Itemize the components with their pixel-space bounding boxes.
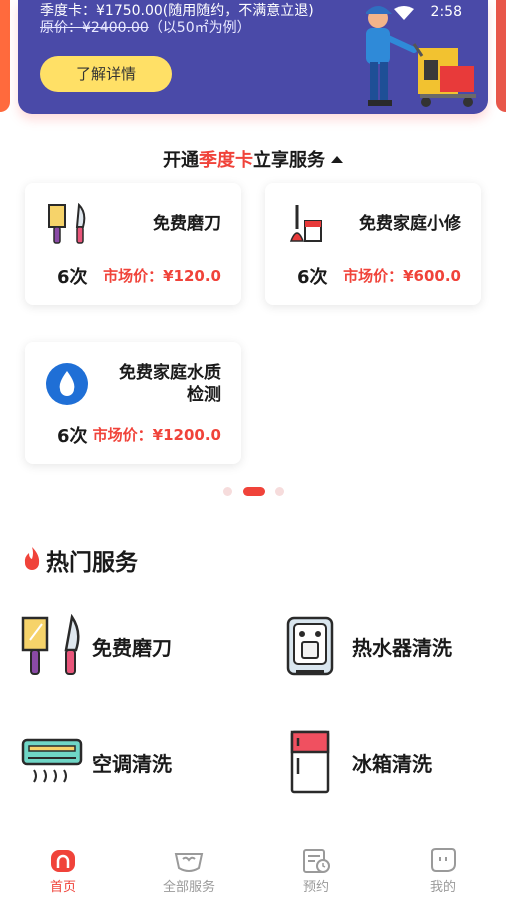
pager-dot[interactable] [275, 487, 284, 496]
banner-area-note: （以50㎡为例） [148, 20, 251, 36]
hot-item-label: 空调清洗 [92, 752, 172, 776]
tab-profile[interactable]: 我的 [380, 846, 506, 895]
calendar-clock-icon [303, 849, 330, 873]
benefit-market-price: 市场价：¥1200.0 [92, 426, 221, 444]
hot-item-label: 热水器清洗 [352, 636, 452, 660]
learn-more-button[interactable]: 了解详情 [40, 56, 172, 92]
benefit-card-repair[interactable]: 免费家庭小修 6次 市场价：¥600.0 [265, 183, 481, 305]
tab-label: 首页 [49, 880, 76, 895]
flame-icon [24, 547, 40, 570]
caret-up-icon[interactable] [331, 156, 343, 163]
title-suffix: 立享服务 [253, 150, 325, 171]
knives-icon [21, 614, 80, 675]
benefit-count: 6次 [57, 426, 88, 447]
benefit-market-price: 市场价：¥120.0 [103, 267, 221, 285]
banner-original-price: 原价：¥2400.00（以50㎡为例） [40, 17, 251, 37]
hot-services-title: 热门服务 [46, 550, 138, 576]
water-drop-icon [46, 363, 88, 405]
home-icon [51, 850, 75, 872]
quarter-card-banner[interactable]: 季度卡：¥1750.00(随用随约，不满意立退) 原价：¥2400.00（以50… [18, 0, 488, 114]
carousel-pager [0, 487, 506, 497]
tab-appointments[interactable]: 预约 [253, 846, 379, 895]
profile-icon [431, 848, 456, 872]
hot-item-fridge[interactable]: 冰箱清洗 [280, 730, 480, 794]
title-highlight: 季度卡 [199, 150, 253, 171]
benefit-count: 6次 [57, 267, 88, 288]
benefit-title-line1: 免费家庭水质 [119, 363, 221, 383]
knives-icon [48, 203, 86, 244]
water-heater-icon [286, 616, 334, 676]
hot-item-water-heater[interactable]: 热水器清洗 [280, 614, 480, 678]
title-prefix: 开通 [163, 150, 199, 171]
pager-dot[interactable] [223, 487, 232, 496]
pager-dot-active[interactable] [243, 487, 265, 496]
tab-label: 我的 [429, 880, 456, 895]
hot-item-label: 免费磨刀 [92, 636, 172, 660]
carousel-next-card[interactable] [496, 0, 506, 112]
status-time: 2:58 [430, 4, 462, 20]
tab-home[interactable]: 首页 [0, 846, 126, 895]
benefits-title[interactable]: 开通季度卡立享服务 [0, 146, 506, 172]
hot-item-label: 冰箱清洗 [352, 752, 432, 776]
fridge-icon [290, 730, 330, 794]
benefit-count: 6次 [297, 267, 328, 288]
plunger-bucket-icon [289, 205, 322, 242]
air-conditioner-icon [21, 738, 83, 783]
benefit-market-price: 市场价：¥600.0 [343, 267, 461, 285]
heart-bag-icon [174, 853, 204, 872]
tab-label: 全部服务 [162, 880, 215, 895]
tab-label: 预约 [302, 880, 329, 895]
bottom-tab-bar: 首页 全部服务 预约 我的 [0, 840, 506, 900]
benefit-card-water-test[interactable]: 免费家庭水质 检测 6次 市场价：¥1200.0 [25, 342, 241, 464]
benefit-title: 免费磨刀 [153, 214, 221, 234]
benefit-card-knife[interactable]: 免费磨刀 6次 市场价：¥120.0 [25, 183, 241, 305]
tab-all-services[interactable]: 全部服务 [126, 846, 252, 895]
promo-banner[interactable]: 季度卡：¥1750.00(随用随约，不满意立退) 原价：¥2400.00（以50… [0, 0, 506, 130]
benefit-title-line2: 检测 [187, 385, 221, 405]
benefit-title: 免费家庭小修 [359, 214, 461, 234]
wifi-icon [394, 6, 414, 20]
benefit-title: 免费家庭水质 检测 [119, 362, 221, 406]
carousel-prev-card[interactable] [0, 0, 10, 112]
original-price-strike: 原价：¥2400.00 [40, 20, 149, 36]
hot-item-air-conditioner[interactable]: 空调清洗 [20, 730, 220, 794]
hot-item-knife[interactable]: 免费磨刀 [20, 614, 220, 678]
